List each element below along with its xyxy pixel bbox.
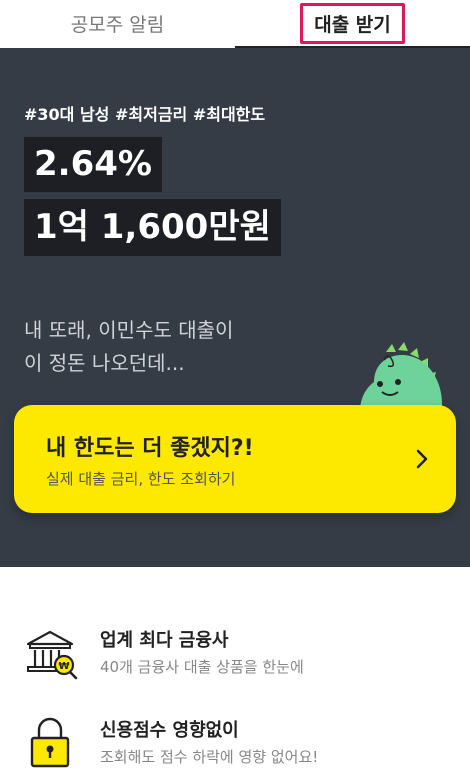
check-loan-limit-card[interactable]: 내 한도는 더 좋겠지?! 실제 대출 금리, 한도 조회하기 [14, 405, 456, 513]
cta-subtitle: 실제 대출 금리, 한도 조회하기 [46, 470, 236, 488]
lock-icon [30, 717, 70, 768]
hero-subtext-line2: 이 정돈 나오던데... [24, 351, 185, 375]
hero-subtext: 내 또래, 이민수도 대출이 이 정돈 나오던데... [24, 314, 233, 380]
tab-get-loan[interactable]: 대출 받기 [235, 0, 470, 46]
interest-rate: 2.64% [24, 137, 162, 192]
hero-subtext-line1: 내 또래, 이민수도 대출이 [24, 318, 234, 342]
tab-bar: 공모주 알림 대출 받기 [0, 0, 470, 49]
feature-description: 조회해도 점수 하락에 영향 없어요! [100, 748, 319, 766]
hero-tags: #30대 남성 #최저금리 #최대한도 [24, 105, 266, 124]
feature-item-credit-score: 신용점수 영향없이 조회해도 점수 하락에 영향 없어요! [0, 714, 470, 784]
svg-text:₩: ₩ [58, 661, 69, 672]
hero-banner: #30대 남성 #최저금리 #최대한도 2.64% 1억 1,600만원 내 또… [0, 48, 470, 567]
feature-item-lenders: ₩ 업계 최다 금융사 40개 금융사 대출 상품을 한눈에 [0, 624, 470, 694]
feature-description: 40개 금융사 대출 상품을 한눈에 [100, 658, 304, 676]
bank-icon: ₩ [26, 630, 78, 680]
feature-title: 신용점수 영향없이 [100, 720, 239, 741]
chevron-right-icon [416, 449, 428, 469]
cta-title: 내 한도는 더 좋겠지?! [46, 436, 254, 461]
feature-title: 업계 최다 금융사 [100, 630, 229, 651]
tab-ipo-alerts[interactable]: 공모주 알림 [0, 0, 235, 46]
loan-limit-amount: 1억 1,600만원 [24, 199, 281, 256]
tab-get-loan-label: 대출 받기 [300, 2, 405, 44]
